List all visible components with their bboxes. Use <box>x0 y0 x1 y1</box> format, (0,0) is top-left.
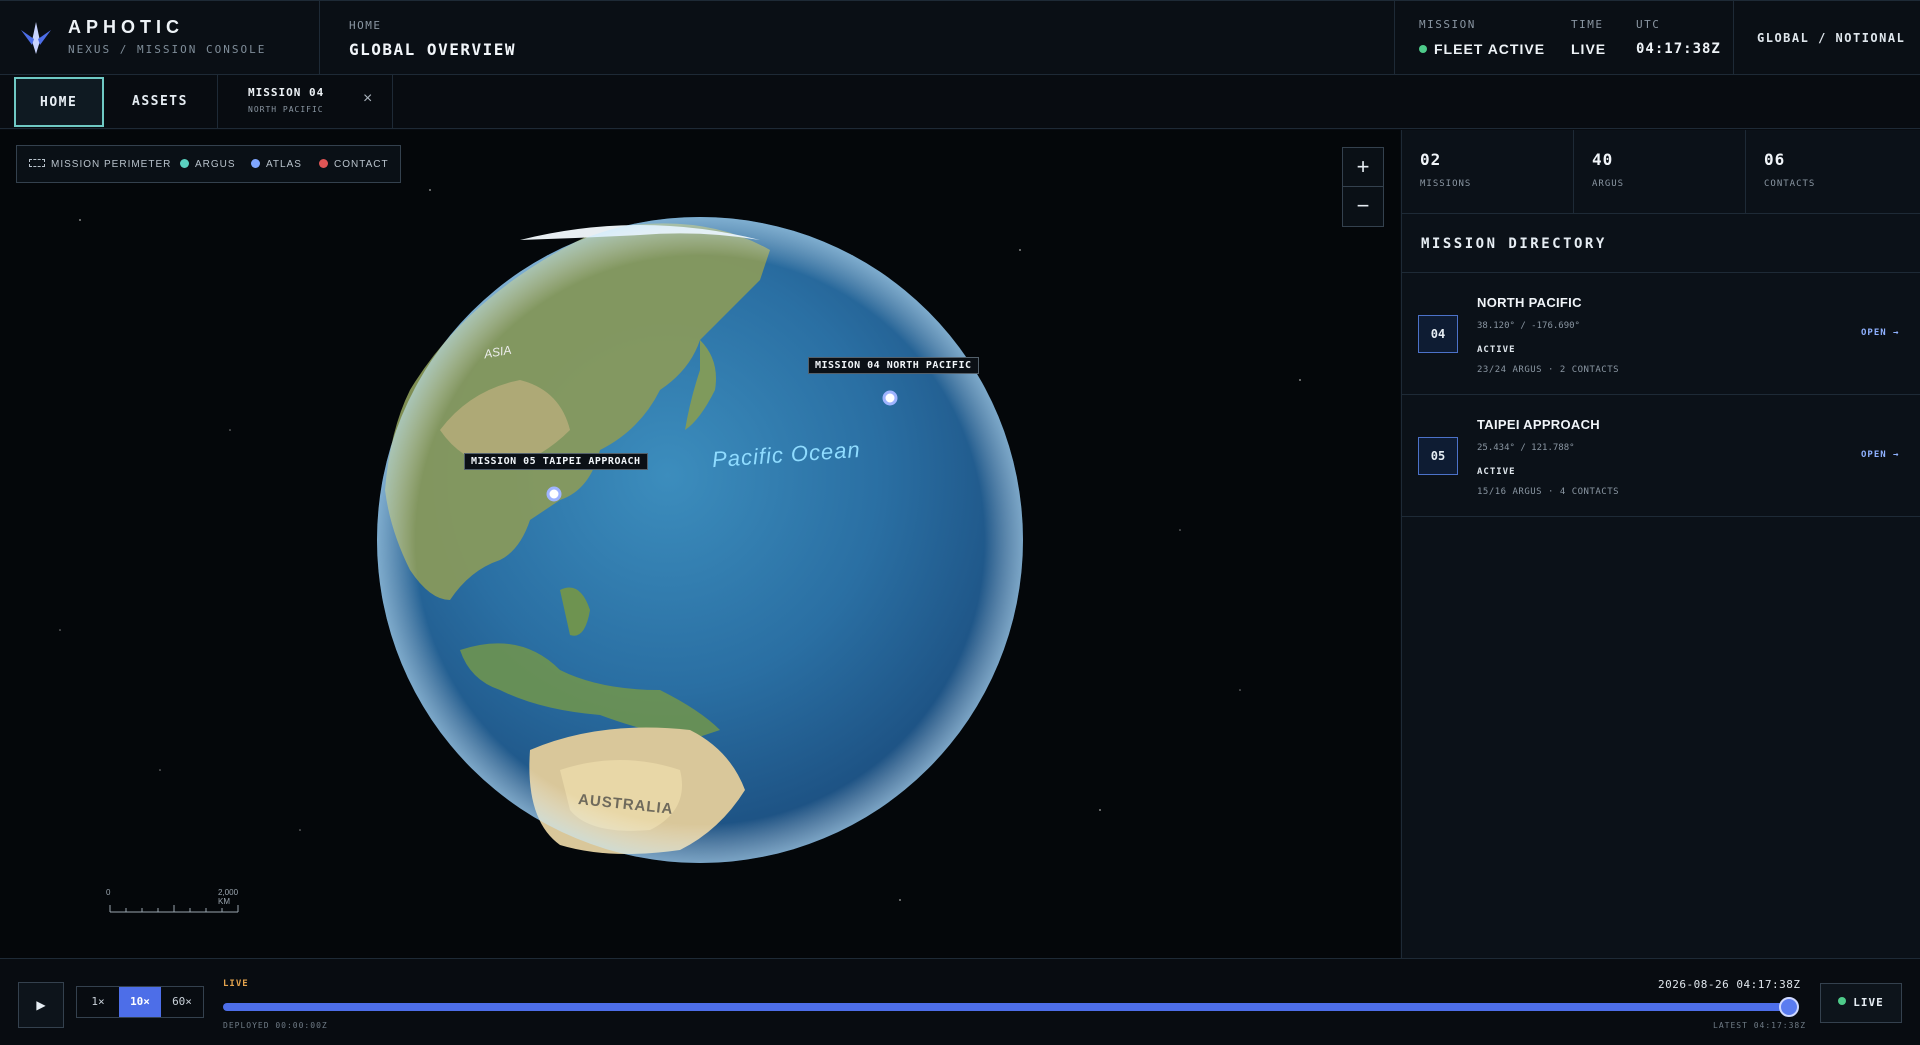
mission-state: ACTIVE <box>1477 467 1516 477</box>
aphotic-logo-icon <box>21 22 51 54</box>
tab-mission-title: MISSION 04 <box>248 86 325 99</box>
status-dot-icon <box>1419 45 1427 53</box>
mission-meta: 15/16 ARGUS · 4 CONTACTS <box>1477 487 1620 497</box>
latest-time: LATEST 04:17:38Z <box>1713 1021 1807 1030</box>
mission-05-marker[interactable] <box>546 486 562 502</box>
deployed-time: DEPLOYED 00:00:00Z <box>223 1021 328 1030</box>
time-value: LIVE <box>1571 41 1607 57</box>
perimeter-icon <box>29 159 45 167</box>
scale-end: 2,000 KM <box>218 888 239 906</box>
stat-label: MISSIONS <box>1420 179 1472 189</box>
stat-missions: 02 MISSIONS <box>1402 130 1574 214</box>
utc-value: 04:17:38Z <box>1636 41 1721 57</box>
stat-label: ARGUS <box>1592 179 1625 189</box>
speed-selector: 1× 10× 60× <box>76 986 204 1018</box>
open-mission-link[interactable]: OPEN → <box>1861 328 1900 338</box>
scale-start: 0 <box>106 888 111 897</box>
legend-atlas[interactable]: ATLAS <box>251 159 302 170</box>
live-dot-icon <box>1838 997 1847 1005</box>
mission-id-badge: 04 <box>1418 315 1458 353</box>
mission-status: MISSION FLEET ACTIVE TIME LIVE UTC 04:17… <box>1394 1 1734 75</box>
stat-value: 40 <box>1592 150 1614 169</box>
tab-mission-subtitle: NORTH PACIFIC <box>248 105 324 114</box>
mission-card-04[interactable]: 04 NORTH PACIFIC 38.120° / -176.690° ACT… <box>1402 273 1920 395</box>
close-icon[interactable]: × <box>363 90 372 108</box>
zoom-in-button[interactable]: + <box>1343 148 1383 187</box>
mission-04-callout[interactable]: MISSION 04 NORTH PACIFIC <box>808 357 979 374</box>
utc-label: UTC <box>1636 18 1661 31</box>
timeline-scrubber-handle[interactable] <box>1779 997 1799 1017</box>
mission-04-marker[interactable] <box>882 390 898 406</box>
brand-name: APHOTIC <box>68 17 184 37</box>
legend-argus[interactable]: ARGUS <box>180 159 236 170</box>
directory-title: MISSION DIRECTORY <box>1421 236 1607 252</box>
live-tag: LIVE <box>223 979 249 989</box>
timeline-bar: ▶ 1× 10× 60× LIVE 2026-08-26 04:17:38Z D… <box>0 958 1920 1045</box>
speed-10x-button[interactable]: 10× <box>119 987 161 1017</box>
app-header: APHOTIC NEXUS / MISSION CONSOLE HOME GLO… <box>0 0 1920 75</box>
mission-id-badge: 05 <box>1418 437 1458 475</box>
atlas-dot-icon <box>251 159 260 168</box>
stats-row: 02 MISSIONS 40 ARGUS 06 CONTACTS <box>1402 130 1920 214</box>
legend-contact[interactable]: CONTACT <box>319 159 389 170</box>
mission-05-callout[interactable]: MISSION 05 TAIPEI APPROACH <box>464 453 648 470</box>
speed-1x-button[interactable]: 1× <box>77 987 119 1017</box>
mission-status-label: MISSION <box>1419 18 1476 31</box>
side-panel: 02 MISSIONS 40 ARGUS 06 CONTACTS MISSION… <box>1401 130 1920 958</box>
open-mission-link[interactable]: OPEN → <box>1861 450 1900 460</box>
timeline-track[interactable] <box>223 1003 1789 1011</box>
stat-label: CONTACTS <box>1764 179 1816 189</box>
legend-perimeter[interactable]: MISSION PERIMETER <box>29 159 171 170</box>
zoom-out-button[interactable]: − <box>1343 187 1383 226</box>
mission-card-05[interactable]: 05 TAIPEI APPROACH 25.434° / 121.788° AC… <box>1402 395 1920 517</box>
mission-coords: 25.434° / 121.788° <box>1477 443 1575 453</box>
stat-argus: 40 ARGUS <box>1574 130 1746 214</box>
brand[interactable]: APHOTIC NEXUS / MISSION CONSOLE <box>0 1 320 75</box>
globe[interactable] <box>0 130 1400 958</box>
play-button[interactable]: ▶ <box>18 982 64 1028</box>
timeline-datetime: 2026-08-26 04:17:38Z <box>1658 978 1801 991</box>
map-legend: MISSION PERIMETER ARGUS ATLAS CONTACT <box>16 145 401 183</box>
tab-home[interactable]: HOME <box>14 77 104 127</box>
argus-dot-icon <box>180 159 189 168</box>
stat-contacts: 06 CONTACTS <box>1746 130 1918 214</box>
tab-bar: HOME ASSETS MISSION 04 NORTH PACIFIC × <box>0 75 1920 129</box>
live-button[interactable]: LIVE <box>1820 983 1902 1023</box>
page-title: GLOBAL OVERVIEW <box>349 40 516 59</box>
speed-60x-button[interactable]: 60× <box>161 987 203 1017</box>
tab-mission-04[interactable]: MISSION 04 NORTH PACIFIC × <box>218 75 393 128</box>
mission-coords: 38.120° / -176.690° <box>1477 321 1580 331</box>
mission-status-value: FLEET ACTIVE <box>1419 41 1545 57</box>
brand-subtitle: NEXUS / MISSION CONSOLE <box>68 43 267 56</box>
breadcrumb[interactable]: HOME <box>349 19 382 32</box>
mission-state: ACTIVE <box>1477 345 1516 355</box>
mission-meta: 23/24 ARGUS · 2 CONTACTS <box>1477 365 1620 375</box>
zoom-controls: + − <box>1342 147 1384 227</box>
mission-name: NORTH PACIFIC <box>1477 295 1582 310</box>
contact-dot-icon <box>319 159 328 168</box>
map-view[interactable]: MISSION PERIMETER ARGUS ATLAS CONTACT + … <box>0 130 1400 958</box>
time-label: TIME <box>1571 18 1604 31</box>
tab-home-label: HOME <box>40 95 78 110</box>
stat-value: 06 <box>1764 150 1786 169</box>
region-selector[interactable]: GLOBAL / NOTIONAL <box>1757 31 1905 45</box>
tab-assets[interactable]: ASSETS <box>106 75 218 128</box>
scale-labels: 0 2,000 KM <box>106 888 240 908</box>
tab-assets-label: ASSETS <box>132 94 188 109</box>
stat-value: 02 <box>1420 150 1442 169</box>
mission-name: TAIPEI APPROACH <box>1477 417 1600 432</box>
